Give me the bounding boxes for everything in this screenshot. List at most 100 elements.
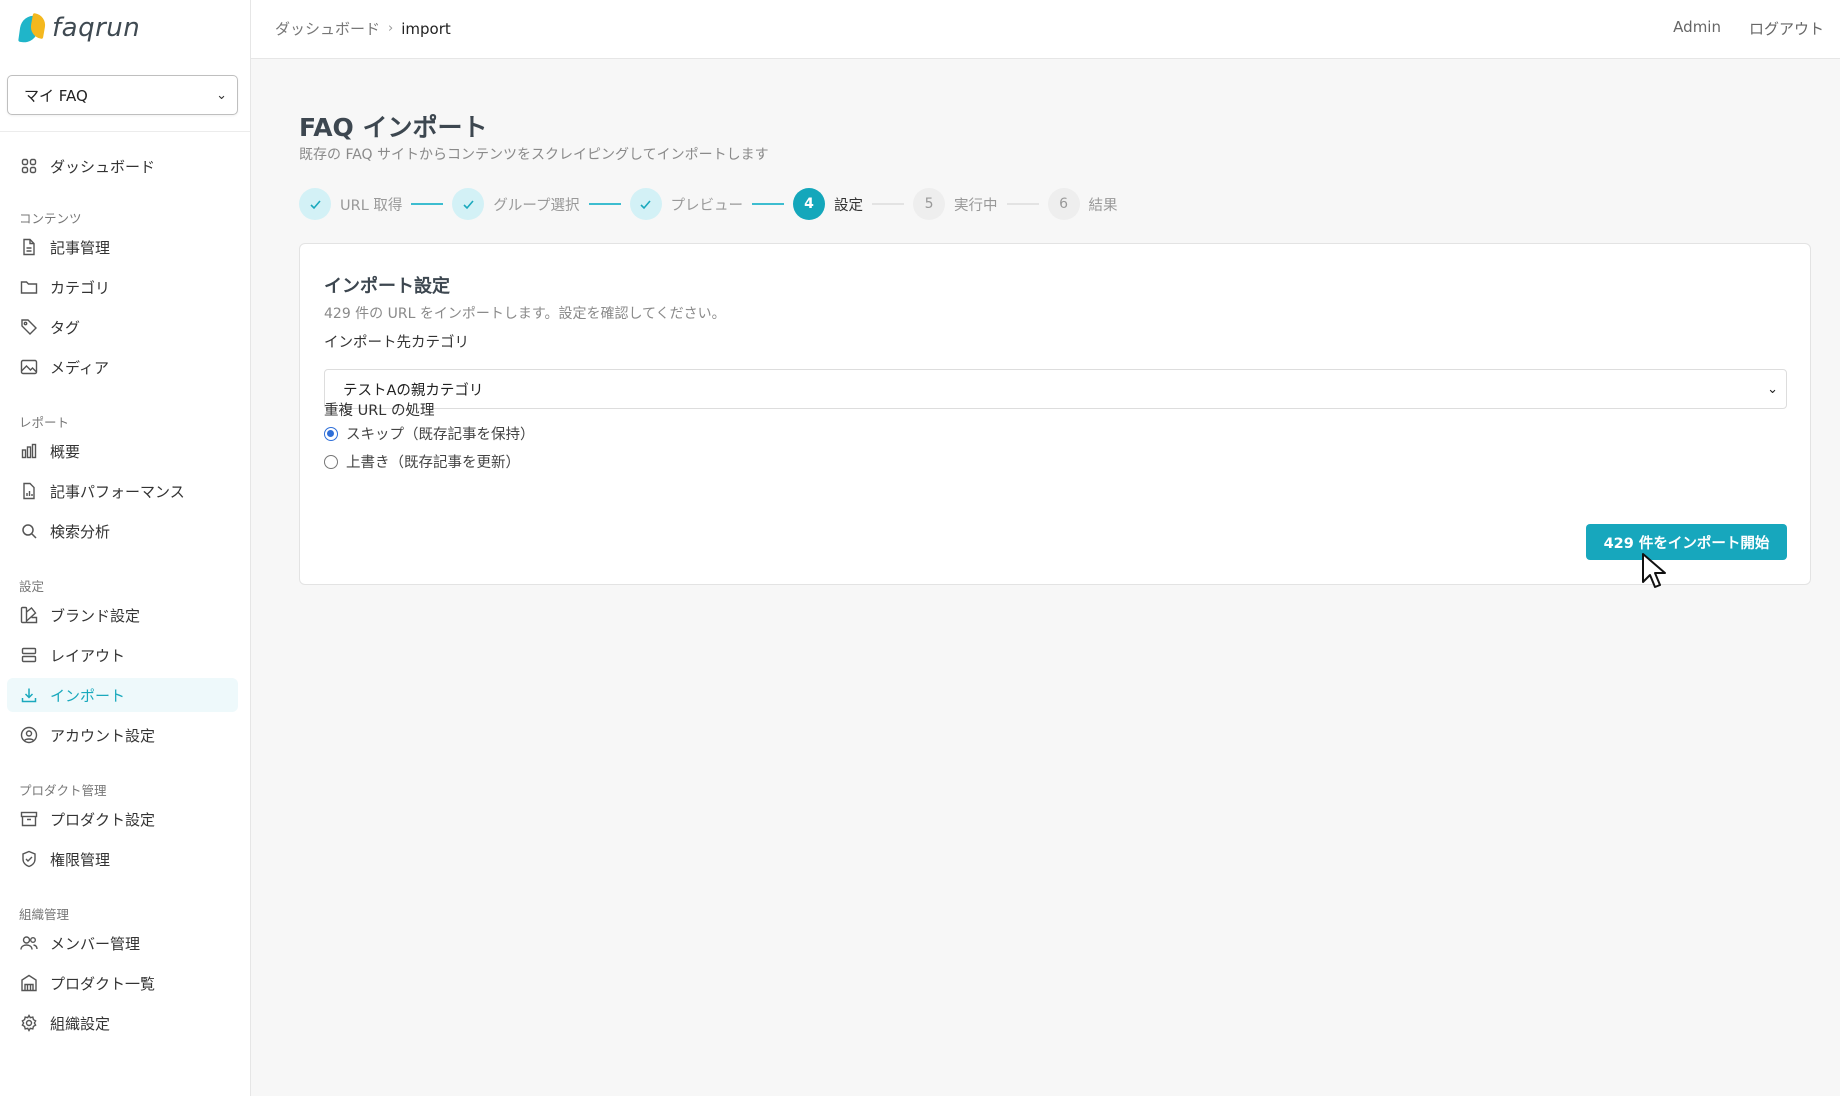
sidebar-item-palette[interactable]: ブランド設定: [7, 598, 238, 632]
sidebar-item-label: 検索分析: [50, 522, 111, 541]
step-label: 実行中: [954, 197, 998, 214]
check-icon: [629, 188, 662, 220]
logo[interactable]: faqrun: [18, 10, 140, 46]
sidebar-item-tag[interactable]: タグ: [7, 310, 238, 344]
user-menu[interactable]: Admin: [1673, 18, 1721, 39]
sidebar-item-label: プロダクト設定: [50, 810, 156, 829]
sidebar-item-label: メディア: [50, 358, 109, 377]
step-connector: [752, 203, 785, 205]
sidebar-item-label: ダッシュボード: [50, 157, 156, 176]
sidebar-section-title: レポート: [19, 415, 70, 430]
card-title: インポート設定: [324, 276, 450, 297]
document-icon: [19, 237, 39, 257]
logo-text: faqrun: [52, 13, 141, 43]
sidebar-item-archive[interactable]: プロダクト設定: [7, 802, 238, 836]
sidebar-item-label: 概要: [50, 442, 81, 461]
sidebar-item-users[interactable]: メンバー管理: [7, 926, 238, 960]
sidebar-section-title: コンテンツ: [19, 211, 82, 226]
sidebar-item-label: タグ: [50, 318, 81, 337]
radio-overwrite[interactable]: 上書き（既存記事を更新）: [324, 451, 520, 472]
sidebar-item-label: メンバー管理: [50, 934, 141, 953]
radio-button-selected[interactable]: [324, 426, 338, 441]
card-subtitle: 429 件の URL をインポートします。設定を確認してください。: [324, 306, 726, 322]
tag-icon: [19, 317, 39, 337]
top-header: ダッシュボード › import Admin ログアウト: [251, 0, 1840, 59]
step-label: 結果: [1088, 197, 1118, 214]
breadcrumb-dashboard[interactable]: ダッシュボード: [275, 18, 380, 39]
sidebar-item-label: カテゴリ: [50, 278, 111, 297]
image-icon: [19, 357, 39, 377]
category-label: インポート先カテゴリ: [324, 335, 469, 351]
step-4: 4 設定: [793, 188, 863, 220]
import-stepper: URL 取得 グループ選択 プレビュー 4 設定 5 実行中 6 結果: [299, 188, 1118, 220]
breadcrumb-current: import: [401, 19, 451, 38]
import-settings-card: インポート設定 429 件の URL をインポートします。設定を確認してください…: [299, 243, 1811, 585]
step-label: URL 取得: [340, 197, 403, 214]
sidebar-item-image[interactable]: メディア: [7, 350, 238, 384]
start-import-button[interactable]: 429 件をインポート開始: [1586, 524, 1787, 560]
page-title: FAQ インポート: [299, 113, 488, 142]
step-6: 6 結果: [1047, 188, 1118, 220]
step-label: プレビュー: [670, 197, 744, 214]
sidebar-item-label: アカウント設定: [50, 726, 156, 745]
step-label: グループ選択: [493, 197, 580, 214]
header-actions: Admin ログアウト: [1673, 18, 1824, 39]
sidebar-item-label: 記事管理: [50, 238, 111, 257]
faq-selector[interactable]: マイ FAQ ⌄: [7, 75, 238, 115]
layout-icon: [19, 645, 39, 665]
step-2: グループ選択: [452, 188, 580, 220]
sidebar-item-bar-chart[interactable]: 概要: [7, 434, 238, 468]
duplicate-label: 重複 URL の処理: [324, 403, 435, 419]
sidebar-section-title: 設定: [19, 579, 45, 594]
shield-icon: [19, 849, 39, 869]
step-label: 設定: [834, 197, 864, 214]
sidebar-item-shield[interactable]: 権限管理: [7, 842, 238, 876]
folder-icon: [19, 277, 39, 297]
sidebar-item-building[interactable]: プロダクト一覧: [7, 966, 238, 1000]
sidebar-item-label: 権限管理: [50, 850, 111, 869]
radio-button[interactable]: [324, 454, 338, 469]
step-connector: [872, 203, 905, 205]
step-connector: [588, 203, 621, 205]
radio-skip[interactable]: スキップ（既存記事を保持）: [324, 423, 535, 444]
sidebar-item-layout[interactable]: レイアウト: [7, 638, 238, 672]
sidebar-item-label: ブランド設定: [50, 606, 141, 625]
faq-selector-value: マイ FAQ: [24, 86, 88, 105]
sidebar-item-label: 組織設定: [50, 1014, 111, 1033]
step-number: 6: [1047, 188, 1080, 220]
search-icon: [19, 521, 39, 541]
radio-overwrite-label: 上書き（既存記事を更新）: [346, 455, 520, 471]
category-select[interactable]: テストAの親カテゴリ ⌄: [324, 369, 1787, 409]
check-icon: [299, 188, 331, 220]
sidebar-item-gear[interactable]: 組織設定: [7, 1006, 238, 1040]
gear-icon: [19, 1013, 39, 1033]
sidebar-item-dashboard[interactable]: ダッシュボード: [7, 149, 238, 183]
palette-icon: [19, 605, 39, 625]
user-circle-icon: [19, 725, 39, 745]
bar-chart-icon: [19, 441, 39, 461]
sidebar-item-label: 記事パフォーマンス: [50, 482, 185, 501]
breadcrumb: ダッシュボード › import: [275, 18, 451, 39]
grid-icon: [19, 156, 39, 176]
mouse-cursor-icon: [1642, 553, 1666, 588]
radio-skip-label: スキップ（既存記事を保持）: [346, 427, 535, 443]
sidebar-item-label: プロダクト一覧: [50, 974, 156, 993]
sidebar-item-search[interactable]: 検索分析: [7, 514, 238, 548]
logo-mark-icon: [18, 12, 48, 45]
step-number: 4: [793, 188, 826, 220]
step-connector: [1006, 203, 1039, 205]
chevron-down-icon: ⌄: [216, 87, 227, 103]
sidebar: faqrun マイ FAQ ⌄ ダッシュボードコンテンツ記事管理カテゴリタグメデ…: [0, 0, 251, 1096]
sidebar-item-user-circle[interactable]: アカウント設定: [7, 718, 238, 752]
step-3: プレビュー: [629, 188, 744, 220]
sidebar-item-folder[interactable]: カテゴリ: [7, 270, 238, 304]
download-icon: [19, 685, 39, 705]
sidebar-item-document-chart[interactable]: 記事パフォーマンス: [7, 474, 238, 508]
sidebar-item-label: インポート: [50, 686, 126, 705]
step-number: 5: [913, 188, 946, 220]
step-1: URL 取得: [299, 188, 402, 220]
divider: [0, 131, 250, 132]
logout-link[interactable]: ログアウト: [1749, 18, 1824, 39]
sidebar-item-document[interactable]: 記事管理: [7, 230, 238, 264]
sidebar-item-download[interactable]: インポート: [7, 678, 238, 712]
